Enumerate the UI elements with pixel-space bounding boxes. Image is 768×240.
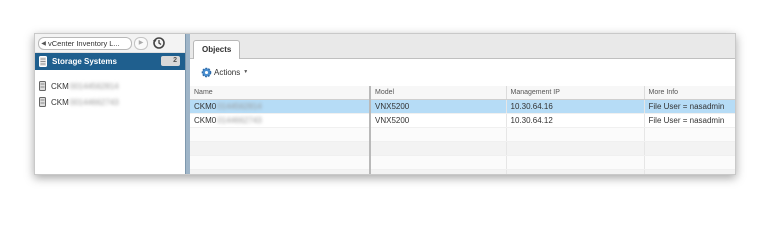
gear-icon xyxy=(201,67,212,77)
column-header-name[interactable]: Name xyxy=(190,86,371,100)
column-header-management-ip[interactable]: Management IP xyxy=(506,86,645,100)
tree-item-storage-2[interactable]: CKM 00144662743 xyxy=(39,96,119,108)
navigator-pane: ◀ vCenter Inventory L... ▶ Storage Syste… xyxy=(35,34,185,174)
table-row[interactable]: CKM00144562814 VNX5200 10.30.64.16 File … xyxy=(190,99,735,114)
objects-table: Name Model Management IP More Info CKM00… xyxy=(190,86,735,174)
cell-name: CKM00144562814 xyxy=(190,99,371,114)
history-icon[interactable] xyxy=(152,36,166,50)
empty-row xyxy=(190,169,735,174)
table-header-row: Name Model Management IP More Info xyxy=(190,86,735,100)
tree-item-label-redacted: 00144662743 xyxy=(69,97,119,107)
tree-item-label-redacted: 00144562814 xyxy=(69,81,119,91)
cell-name-redacted: 0144562814 xyxy=(217,102,262,111)
storage-systems-count-badge: 2 xyxy=(161,56,180,66)
cell-more-info: File User = nasadmin xyxy=(644,113,735,128)
back-button[interactable]: ◀ vCenter Inventory L... xyxy=(38,37,132,50)
back-button-label: vCenter Inventory L... xyxy=(48,39,120,48)
empty-row xyxy=(190,141,735,156)
actions-label: Actions xyxy=(214,67,241,77)
storage-array-icon xyxy=(39,97,46,107)
tree-item-label: CKM xyxy=(51,81,69,91)
back-arrow-icon: ◀ xyxy=(41,41,46,47)
column-header-more-info[interactable]: More Info xyxy=(644,86,735,100)
cell-model: VNX5200 xyxy=(369,113,507,128)
cell-management-ip: 10.30.64.12 xyxy=(506,113,645,128)
tree-item-storage-1[interactable]: CKM 00144562814 xyxy=(39,80,119,92)
cell-name-redacted: 0144662743 xyxy=(217,116,262,125)
tab-objects[interactable]: Objects xyxy=(193,40,241,59)
empty-row xyxy=(190,155,735,170)
chevron-down-icon: ▼ xyxy=(243,69,249,75)
storage-array-icon xyxy=(39,81,46,91)
tree-item-label: CKM xyxy=(51,97,69,107)
content-pane: Objects Actions ▼ Name Model Management … xyxy=(190,34,735,174)
forward-button[interactable]: ▶ xyxy=(134,37,148,50)
cell-model: VNX5200 xyxy=(369,99,507,114)
storage-systems-header[interactable]: Storage Systems 2 xyxy=(35,53,185,70)
column-header-model[interactable]: Model xyxy=(369,86,507,100)
table-row[interactable]: CKM00144662743 VNX5200 10.30.64.12 File … xyxy=(190,113,735,128)
storage-icon xyxy=(39,56,47,67)
cell-more-info: File User = nasadmin xyxy=(644,99,735,114)
navigator-bar: ◀ vCenter Inventory L... ▶ xyxy=(35,34,185,53)
cell-management-ip: 10.30.64.16 xyxy=(506,99,645,114)
empty-row xyxy=(190,127,735,142)
actions-menu[interactable]: Actions ▼ xyxy=(190,66,248,78)
cell-name: CKM00144662743 xyxy=(190,113,371,128)
tab-strip: Objects xyxy=(190,34,735,59)
storage-systems-label: Storage Systems xyxy=(52,57,117,66)
vsphere-window: ◀ vCenter Inventory L... ▶ Storage Syste… xyxy=(34,33,736,175)
